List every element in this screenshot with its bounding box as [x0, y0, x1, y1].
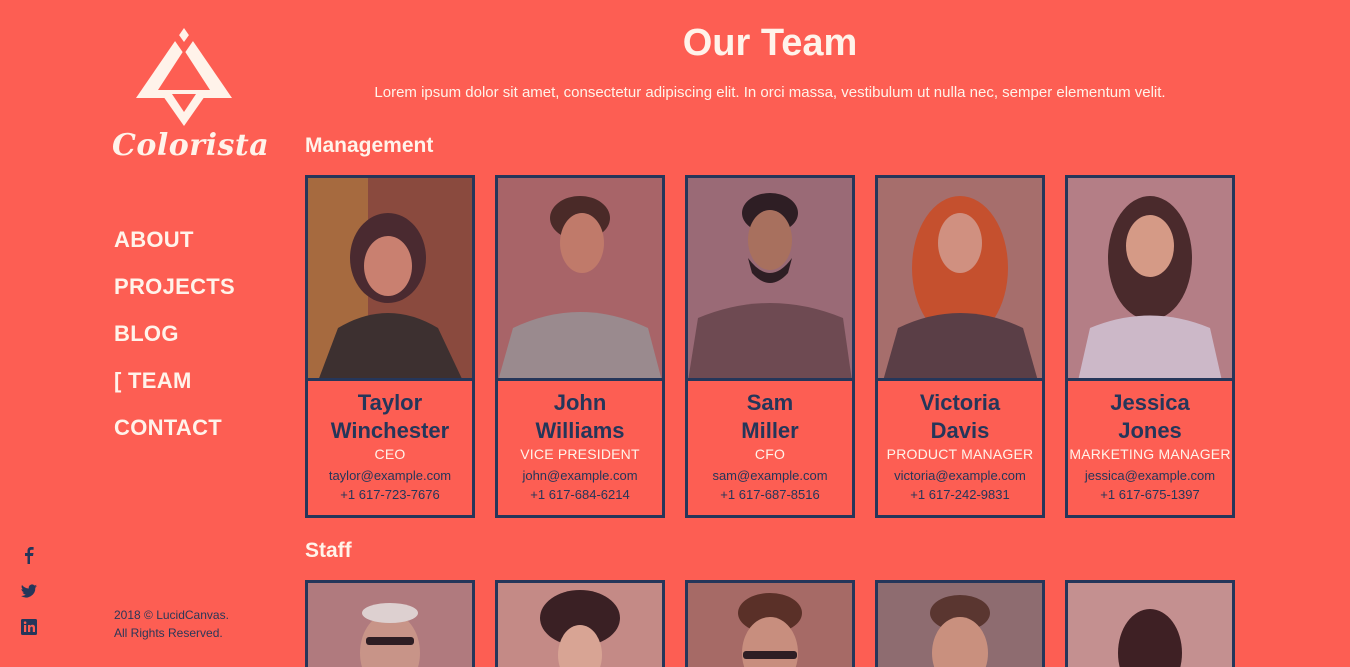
member-photo	[688, 178, 852, 381]
member-last-name: Davis	[930, 418, 990, 443]
team-card[interactable]: Jessica Jones MARKETING MANAGER jessica@…	[1065, 175, 1235, 518]
member-photo	[1068, 583, 1232, 667]
linkedin-icon[interactable]	[20, 618, 38, 636]
member-photo	[1068, 178, 1232, 381]
management-grid: Taylor Winchester CEO taylor@example.com…	[305, 175, 1235, 518]
member-role: VICE PRESIDENT	[520, 446, 640, 462]
team-card[interactable]	[1065, 580, 1235, 667]
logo-text: Colorista	[112, 128, 270, 163]
member-first-name: Victoria	[919, 390, 1001, 415]
member-first-name: Sam	[746, 390, 794, 415]
team-card[interactable]	[305, 580, 475, 667]
logo[interactable]: Colorista	[112, 28, 270, 163]
section-title-management: Management	[305, 134, 434, 157]
facebook-icon[interactable]	[20, 546, 38, 564]
member-info: Sam Miller CFO sam@example.com +1 617-68…	[688, 381, 852, 515]
social-links	[20, 546, 38, 654]
nav-item-blog[interactable]: BLOG	[114, 320, 235, 367]
member-photo	[878, 583, 1042, 667]
member-role: MARKETING MANAGER	[1069, 446, 1231, 462]
member-email[interactable]: victoria@example.com	[878, 468, 1042, 483]
logo-icon	[136, 28, 232, 126]
member-photo	[688, 583, 852, 667]
team-card[interactable]: John Williams VICE PRESIDENT john@exampl…	[495, 175, 665, 518]
member-email[interactable]: john@example.com	[498, 468, 662, 483]
team-card[interactable]: Sam Miller CFO sam@example.com +1 617-68…	[685, 175, 855, 518]
nav-item-team[interactable]: [ TEAM	[114, 367, 235, 414]
member-phone[interactable]: +1 617-684-6214	[498, 487, 662, 502]
member-photo	[498, 178, 662, 381]
member-photo	[308, 178, 472, 381]
member-role: CEO	[374, 446, 406, 462]
team-card[interactable]: Victoria Davis PRODUCT MANAGER victoria@…	[875, 175, 1045, 518]
member-last-name: Winchester	[330, 418, 450, 443]
member-photo	[308, 583, 472, 667]
member-role: CFO	[754, 446, 786, 462]
member-last-name: Jones	[1118, 418, 1182, 443]
nav-item-about[interactable]: ABOUT	[114, 226, 235, 273]
member-first-name: John	[553, 390, 607, 415]
member-email[interactable]: taylor@example.com	[308, 468, 472, 483]
team-card[interactable]	[685, 580, 855, 667]
member-last-name: Williams	[535, 418, 625, 443]
member-info: Taylor Winchester CEO taylor@example.com…	[308, 381, 472, 515]
member-phone[interactable]: +1 617-675-1397	[1068, 487, 1232, 502]
team-card[interactable]: Taylor Winchester CEO taylor@example.com…	[305, 175, 475, 518]
member-phone[interactable]: +1 617-723-7676	[308, 487, 472, 502]
nav-item-contact[interactable]: CONTACT	[114, 414, 235, 461]
rights-text: All Rights Reserved.	[114, 626, 223, 640]
member-first-name: Jessica	[1110, 390, 1190, 415]
page-subtitle: Lorem ipsum dolor sit amet, consectetur …	[374, 84, 1166, 101]
member-info: Victoria Davis PRODUCT MANAGER victoria@…	[878, 381, 1042, 515]
member-first-name: Taylor	[357, 390, 423, 415]
page-title: Our Team	[682, 22, 858, 64]
copyright-text: 2018 © LucidCanvas.	[114, 608, 229, 622]
page: Colorista ABOUT PROJECTS BLOG [ TEAM CON…	[0, 0, 1350, 667]
footer: 2018 © LucidCanvas. All Rights Reserved.	[114, 606, 229, 642]
member-phone[interactable]: +1 617-242-9831	[878, 487, 1042, 502]
section-title-staff: Staff	[305, 539, 352, 562]
member-email[interactable]: sam@example.com	[688, 468, 852, 483]
member-role: PRODUCT MANAGER	[886, 446, 1034, 462]
team-card[interactable]	[495, 580, 665, 667]
member-info: Jessica Jones MARKETING MANAGER jessica@…	[1068, 381, 1232, 515]
staff-grid	[305, 580, 1235, 667]
team-card[interactable]	[875, 580, 1045, 667]
twitter-icon[interactable]	[20, 582, 38, 600]
member-last-name: Miller	[741, 418, 799, 443]
member-photo	[878, 178, 1042, 381]
main-nav: ABOUT PROJECTS BLOG [ TEAM CONTACT	[114, 226, 235, 461]
member-phone[interactable]: +1 617-687-8516	[688, 487, 852, 502]
nav-item-projects[interactable]: PROJECTS	[114, 273, 235, 320]
member-photo	[498, 583, 662, 667]
member-info: John Williams VICE PRESIDENT john@exampl…	[498, 381, 662, 515]
member-email[interactable]: jessica@example.com	[1068, 468, 1232, 483]
